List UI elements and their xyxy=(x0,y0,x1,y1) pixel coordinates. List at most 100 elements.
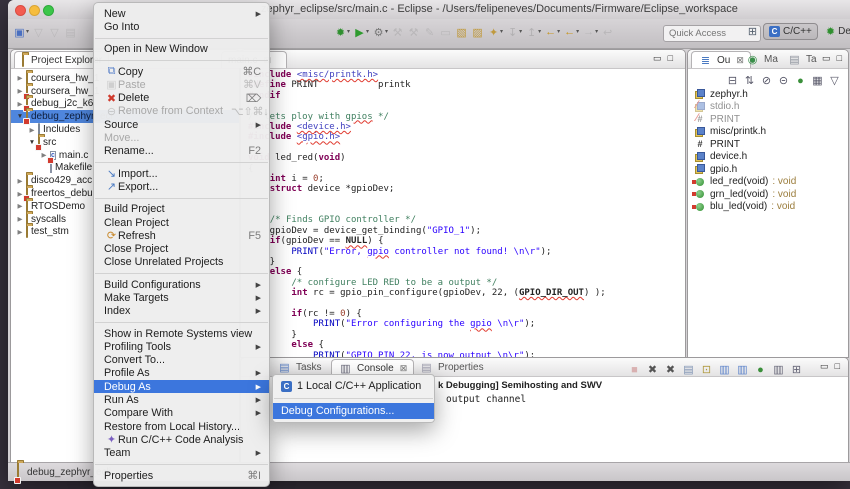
outline-toolbar-collapse-all[interactable]: ⊟ xyxy=(725,71,740,89)
code-editor[interactable]: #include <misc/printk.h>#define PRINT pr… xyxy=(248,70,683,357)
console-toolbar-display-console[interactable]: ▥ xyxy=(771,360,786,378)
menu-item-remove-from-context[interactable]: ⊖ Remove from Context ⌥⇧⌘↓ xyxy=(94,105,269,118)
menu-item-convert-to[interactable]: Convert To... xyxy=(94,354,269,367)
tab-tasks[interactable]: ▤ Tasks xyxy=(271,359,328,375)
menu-item-compare-with[interactable]: Compare With ▶ xyxy=(94,407,269,420)
menu-item-export[interactable]: ↗ Export... xyxy=(94,180,269,194)
outline-item-stdio-h[interactable]: stdio.h xyxy=(694,99,848,114)
menu-item-move[interactable]: Move... xyxy=(94,131,269,144)
menu-item-show-in-remote-systems-view[interactable]: Show in Remote Systems view xyxy=(94,327,269,340)
menu-item-profiling-tools[interactable]: Profiling Tools ▶ xyxy=(94,340,269,353)
tab-properties[interactable]: ▤ Properties xyxy=(413,359,490,375)
expand-arrow-icon[interactable]: ▶ xyxy=(15,74,25,82)
toolbar-button-debug[interactable]: ✹ ▾ xyxy=(333,24,351,40)
toolbar-button-next-annotation[interactable]: ↧ ▾ xyxy=(505,24,523,40)
console-toolbar-show-stdout[interactable]: ▥ xyxy=(717,360,732,378)
menu-item-new[interactable]: New ▶ xyxy=(94,7,269,20)
menu-item-close-unrelated-projects[interactable]: Close Unrelated Projects xyxy=(94,256,269,269)
open-perspective-icon[interactable]: ⊞ xyxy=(745,24,760,40)
menu-item-refresh[interactable]: ⟳ Refresh F5 xyxy=(94,229,269,243)
close-tab-icon[interactable]: ⊠ xyxy=(400,363,408,374)
expand-arrow-icon[interactable]: ▶ xyxy=(15,228,25,236)
menu-item-delete[interactable]: ✖ Delete ⌦ xyxy=(94,91,269,105)
tab-ma[interactable]: ◉ Ma xyxy=(739,51,784,67)
perspective-c-c[interactable]: C C/C++ xyxy=(763,23,818,40)
console-toolbar-terminate[interactable]: ■ xyxy=(627,360,642,378)
toolbar-button-run[interactable]: ▶ ▾ xyxy=(352,24,370,40)
submenu-item-debug-configurations[interactable]: Debug Configurations... xyxy=(273,403,434,419)
outline-item-led-red-void[interactable]: led_red(void) : void xyxy=(692,176,848,189)
menu-item-build-configurations[interactable]: Build Configurations ▶ xyxy=(94,278,269,291)
toolbar-button-forward[interactable]: ← ▾ xyxy=(562,24,580,40)
toolbar-button-build[interactable]: ⚒ xyxy=(390,24,405,40)
console-toolbar-pin-console[interactable]: ● xyxy=(753,360,768,378)
outline-toolbar-hide-inactive[interactable]: ▦ xyxy=(810,71,825,89)
menu-item-debug-as[interactable]: Debug As ▶ xyxy=(94,380,269,394)
expand-arrow-icon[interactable]: ▶ xyxy=(27,126,37,134)
toolbar-button-previous-annotation[interactable]: ↥ ▾ xyxy=(524,24,542,40)
maximize-icon[interactable]: □ xyxy=(668,53,673,64)
minimize-icon[interactable]: ▭ xyxy=(822,53,831,64)
menu-item-paste[interactable]: ▣ Paste ⌘V xyxy=(94,78,269,92)
expand-arrow-icon[interactable]: ▶ xyxy=(15,202,25,210)
menu-item-profile-as[interactable]: Profile As ▶ xyxy=(94,367,269,380)
menu-item-copy[interactable]: ⧉ Copy ⌘C xyxy=(94,65,269,78)
expand-arrow-icon[interactable]: ▶ xyxy=(15,215,25,223)
console-toolbar-clear-console[interactable]: ▤ xyxy=(681,360,696,378)
toolbar-button-toggle-editor[interactable]: ▭ xyxy=(438,24,453,40)
outline-item-zephyr-h[interactable]: zephyr.h xyxy=(694,88,848,101)
outline-item-blu-led-void[interactable]: blu_led(void) : void xyxy=(692,201,848,214)
minimize-window-button[interactable] xyxy=(29,5,40,16)
outline-item-gpio-h[interactable]: gpio.h xyxy=(694,163,848,176)
toolbar-button-external-tools[interactable]: ⚙ ▾ xyxy=(371,24,389,40)
tab-ta[interactable]: ▤ Ta xyxy=(781,51,823,67)
toolbar-button-forward2[interactable]: → ▾ xyxy=(581,24,599,40)
outline-toolbar-hide-static[interactable]: ⊝ xyxy=(776,71,791,89)
console-toolbar-scroll-lock[interactable]: ⊡ xyxy=(699,360,714,378)
menu-item-clean-project[interactable]: Clean Project xyxy=(94,216,269,229)
toolbar-button-back[interactable]: ← ▾ xyxy=(543,24,561,40)
menu-item-close-project[interactable]: Close Project xyxy=(94,242,269,255)
minimize-icon[interactable]: ▭ xyxy=(653,53,662,64)
outline-toolbar-hide-fields[interactable]: ⊘ xyxy=(759,71,774,89)
menu-item-go-into[interactable]: Go Into xyxy=(94,20,269,33)
outline-toolbar-view-menu[interactable]: ▽ xyxy=(827,71,842,89)
toolbar-button-search[interactable]: ✦ ▾ xyxy=(486,24,504,40)
menu-item-properties[interactable]: Properties ⌘I xyxy=(94,469,269,483)
outline-item-misc-printk-h[interactable]: misc/printk.h xyxy=(694,126,848,139)
toolbar-button-save[interactable]: ▽ xyxy=(31,24,46,40)
menu-item-team[interactable]: Team ▶ xyxy=(94,447,269,460)
maximize-icon[interactable]: □ xyxy=(835,361,840,372)
menu-item-open-in-new-window[interactable]: Open in New Window xyxy=(94,43,269,56)
expand-arrow-icon[interactable]: ▶ xyxy=(15,177,25,185)
console-toolbar-remove-all-launches[interactable]: ✖ xyxy=(663,360,678,378)
menu-item-run-c-c-code-analysis[interactable]: ✦ Run C/C++ Code Analysis xyxy=(94,433,269,447)
zoom-window-button[interactable] xyxy=(43,5,54,16)
close-window-button[interactable] xyxy=(15,5,26,16)
outline-toolbar-hide-non-public[interactable]: ● xyxy=(793,71,808,89)
submenu-item-1-local-c-c-application[interactable]: C 1 Local C/C++ Application xyxy=(273,378,434,394)
maximize-icon[interactable]: □ xyxy=(837,53,842,64)
menu-item-source[interactable]: Source ▶ xyxy=(94,118,269,131)
menu-item-restore-from-local-history[interactable]: Restore from Local History... xyxy=(94,420,269,433)
toolbar-button-build-all[interactable]: ⚒ xyxy=(406,24,421,40)
console-toolbar-show-stderr[interactable]: ▥ xyxy=(735,360,750,378)
outline-item-print[interactable]: # PRINT xyxy=(694,138,848,151)
menu-item-index[interactable]: Index ▶ xyxy=(94,305,269,318)
toolbar-button-save-all[interactable]: ▽ xyxy=(47,24,62,40)
outline-item-grn-led-void[interactable]: grn_led(void) : void xyxy=(692,188,848,201)
minimize-icon[interactable]: ▭ xyxy=(820,361,829,372)
menu-item-build-project[interactable]: Build Project xyxy=(94,203,269,216)
outline-toolbar-sort[interactable]: ⇅ xyxy=(742,71,757,89)
toolbar-button-open-type[interactable]: ▧ xyxy=(454,24,469,40)
console-toolbar-open-console[interactable]: ⊞ xyxy=(789,360,804,378)
toolbar-button-last-edit[interactable]: ↩ xyxy=(600,24,615,40)
menu-item-make-targets[interactable]: Make Targets ▶ xyxy=(94,291,269,304)
toolbar-button-print[interactable]: ▤ xyxy=(63,24,78,40)
menu-item-import[interactable]: ↘ Import... xyxy=(94,167,269,181)
outline-item-device-h[interactable]: device.h xyxy=(694,151,848,164)
menu-item-run-as[interactable]: Run As ▶ xyxy=(94,393,269,406)
menu-item-rename[interactable]: Rename... F2 xyxy=(94,145,269,158)
toolbar-button-open-resource[interactable]: ▨ xyxy=(470,24,485,40)
perspective-debug[interactable]: ✹Debug xyxy=(821,23,850,40)
